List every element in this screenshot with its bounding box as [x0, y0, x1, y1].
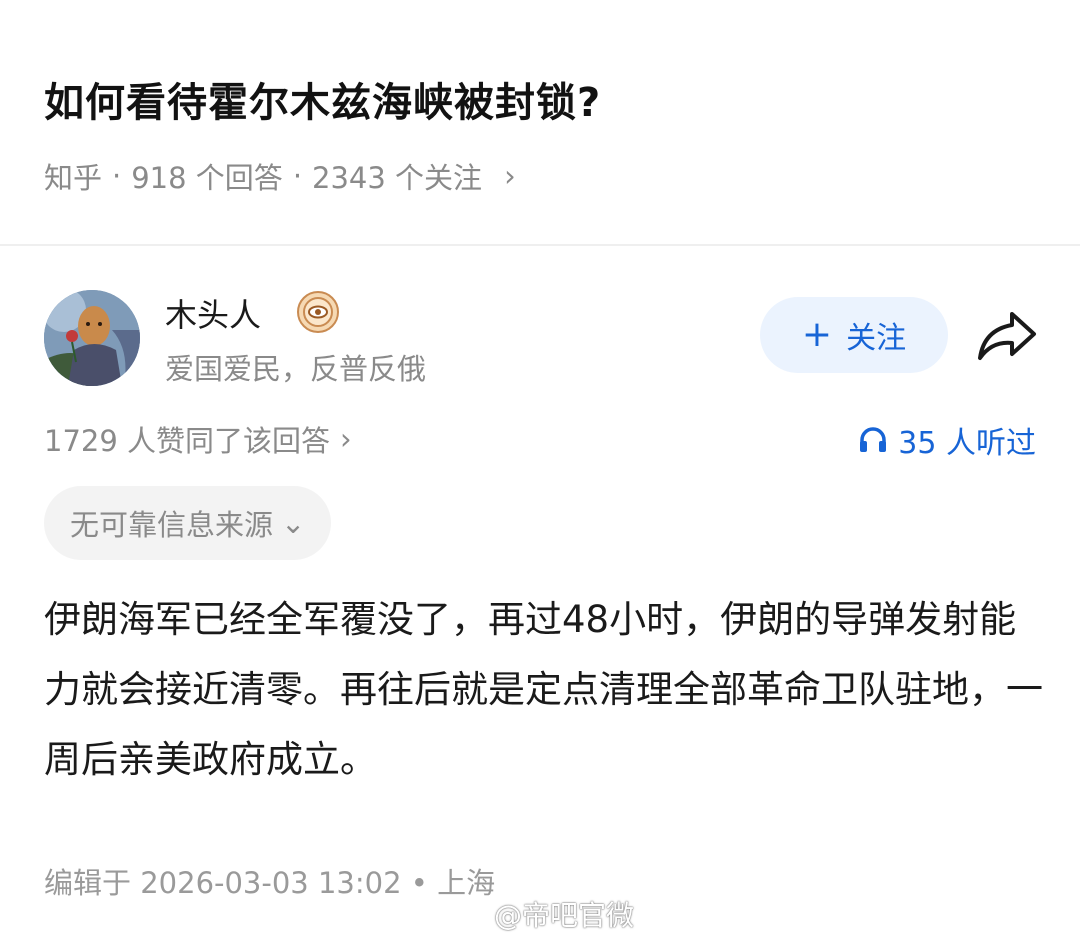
section-divider	[0, 244, 1080, 246]
share-arrow-icon[interactable]	[976, 308, 1038, 364]
question-title[interactable]: 如何看待霍尔木兹海峡被封锁?	[44, 70, 601, 128]
source-chip[interactable]: 无可靠信息来源 ⌄	[44, 486, 332, 560]
answer-body: 伊朗海军已经全军覆没了，再过48小时，伊朗的导弹发射能力就会接近清零。再往后就是…	[44, 598, 1043, 781]
likes-count-text: 1729 人赞同了该回答	[44, 424, 331, 458]
edit-timestamp: 编辑于 2026-03-03 13:02 • 上海	[44, 866, 496, 900]
question-source: 知乎	[44, 161, 103, 195]
meta-separator: ·	[292, 159, 303, 193]
eye-badge-icon	[297, 291, 339, 333]
weibo-logo-icon	[459, 904, 486, 926]
chevron-down-icon: ⌄	[281, 506, 306, 540]
answers-count: 918 个回答	[131, 161, 283, 195]
plus-icon: +	[801, 314, 833, 355]
meta-separator: ·	[112, 159, 122, 193]
followers-count: 2343 个关注	[312, 161, 483, 195]
chevron-right-icon: ›	[504, 159, 516, 193]
follow-label: 关注	[846, 321, 907, 356]
listen-line[interactable]: 35 人听过	[858, 418, 1036, 462]
avatar[interactable]	[44, 290, 140, 386]
headphones-icon	[860, 427, 887, 452]
question-meta[interactable]: 知乎 · 918 个回答 · 2343 个关注 ›	[44, 155, 516, 197]
chevron-right-icon: ›	[340, 422, 352, 456]
source-chip-label: 无可靠信息来源	[70, 508, 274, 542]
watermark: @帝吧官微	[458, 894, 634, 934]
likes-line[interactable]: 1729 人赞同了该回答 ›	[44, 418, 352, 460]
author-name[interactable]: 木头人	[165, 290, 261, 336]
author-bio: 爱国爱民，反普反俄	[165, 352, 427, 386]
avatar-illustration-icon	[44, 290, 140, 386]
follow-button[interactable]: + 关注	[760, 297, 948, 373]
watermark-text: @帝吧官微	[494, 899, 635, 932]
listen-count-text: 35 人听过	[898, 426, 1036, 461]
